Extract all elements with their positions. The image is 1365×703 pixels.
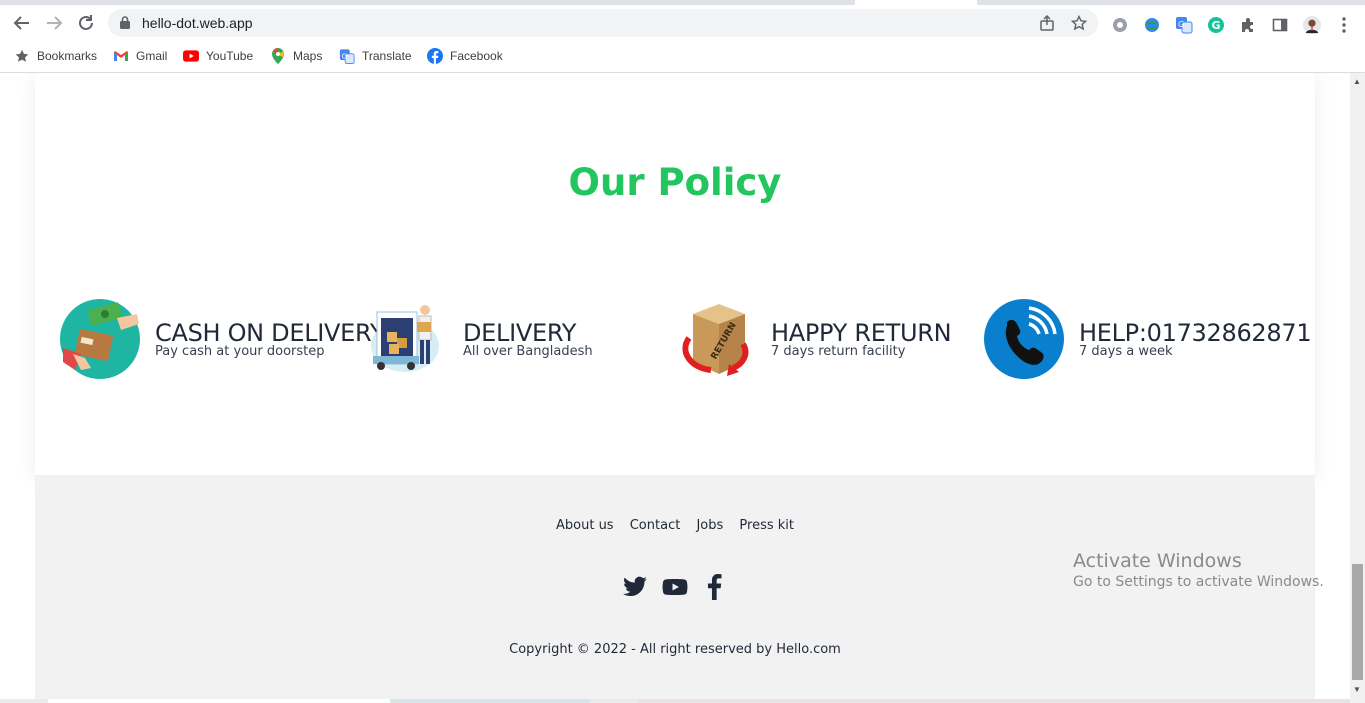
arrow-right-icon bbox=[47, 16, 63, 30]
back-button[interactable] bbox=[10, 11, 34, 35]
taskbar-segment bbox=[48, 699, 390, 703]
youtube-icon[interactable] bbox=[662, 574, 688, 600]
bookmarks-bar: Bookmarks Gmail YouTube Maps G Translate… bbox=[0, 41, 1365, 73]
bookmark-label: Bookmarks bbox=[37, 49, 98, 63]
taskbar-segment bbox=[390, 699, 590, 703]
extension-globe-icon[interactable] bbox=[1143, 16, 1161, 34]
bookmark-label: Gmail bbox=[136, 49, 168, 63]
side-panel-icon[interactable] bbox=[1271, 16, 1289, 34]
svg-text:G: G bbox=[342, 51, 348, 60]
url-text[interactable]: hello-dot.web.app bbox=[142, 15, 253, 31]
footer-link-jobs[interactable]: Jobs bbox=[696, 518, 723, 533]
scrollbar-thumb[interactable] bbox=[1352, 564, 1363, 680]
bookmark-bookmarks[interactable]: Bookmarks bbox=[14, 48, 97, 64]
extensions-puzzle-icon[interactable] bbox=[1239, 16, 1257, 34]
footer-link-about[interactable]: About us bbox=[556, 518, 614, 533]
maps-icon bbox=[270, 48, 286, 64]
svg-text:G: G bbox=[1212, 19, 1221, 32]
footer-nav: About us Contact Jobs Press kit bbox=[35, 518, 1315, 533]
bookmark-maps[interactable]: Maps bbox=[270, 48, 322, 64]
bookmark-label: Maps bbox=[293, 49, 323, 63]
page-scrollbar[interactable]: ▲ ▼ bbox=[1350, 73, 1365, 703]
browser-menu-icon[interactable] bbox=[1335, 16, 1353, 34]
facebook-icon[interactable] bbox=[702, 574, 728, 600]
windows-activation-watermark: Activate Windows Go to Settings to activ… bbox=[1073, 550, 1324, 590]
watermark-line-1: Activate Windows bbox=[1073, 550, 1242, 572]
policy-item-subtitle: 7 days return facility bbox=[771, 344, 906, 359]
policy-item-subtitle: Pay cash at your doorstep bbox=[155, 344, 325, 359]
policy-item-title: HAPPY RETURN bbox=[771, 319, 952, 347]
star-icon bbox=[14, 48, 30, 64]
policy-title: Our Policy bbox=[568, 161, 782, 204]
reload-button[interactable] bbox=[74, 11, 98, 35]
svg-text:G: G bbox=[1178, 20, 1184, 29]
reload-icon bbox=[79, 15, 93, 30]
bookmark-facebook[interactable]: Facebook bbox=[427, 48, 503, 64]
youtube-icon bbox=[183, 48, 199, 64]
arrow-left-icon bbox=[13, 16, 29, 30]
share-icon[interactable] bbox=[1039, 15, 1055, 31]
lock-icon bbox=[120, 16, 130, 29]
scroll-up-arrow-icon[interactable]: ▲ bbox=[1353, 77, 1361, 86]
scroll-down-arrow-icon[interactable]: ▼ bbox=[1353, 685, 1361, 694]
bookmark-star-icon[interactable] bbox=[1071, 15, 1087, 31]
grammarly-icon[interactable]: G bbox=[1207, 16, 1225, 34]
phone-icon bbox=[984, 299, 1064, 379]
policy-item-subtitle: All over Bangladesh bbox=[463, 344, 593, 359]
bookmark-translate[interactable]: G Translate bbox=[339, 48, 412, 64]
policy-item-title: DELIVERY bbox=[463, 319, 577, 347]
policy-item-title: HELP:01732862871 bbox=[1079, 319, 1312, 347]
taskbar-edge bbox=[0, 699, 1350, 703]
google-translate-ext-icon[interactable]: G bbox=[1175, 16, 1193, 34]
return-box-icon: RETURN bbox=[682, 304, 749, 376]
watermark-line-2: Go to Settings to activate Windows. bbox=[1073, 574, 1324, 590]
bookmark-gmail[interactable]: Gmail bbox=[113, 48, 167, 64]
footer-link-press-kit[interactable]: Press kit bbox=[739, 518, 794, 533]
policy-item-subtitle: 7 days a week bbox=[1079, 344, 1173, 359]
policy-section: Our Policy CASH ON DELIVERY Pay cash at … bbox=[35, 73, 1315, 475]
facebook-icon bbox=[427, 48, 443, 64]
twitter-icon[interactable] bbox=[622, 574, 648, 600]
translate-icon: G bbox=[339, 48, 355, 64]
browser-toolbar: hello-dot.web.app G G bbox=[0, 5, 1365, 41]
copyright-text: Copyright © 2022 - All right reserved by… bbox=[509, 642, 841, 657]
gmail-icon bbox=[113, 48, 129, 64]
page-viewport: Our Policy CASH ON DELIVERY Pay cash at … bbox=[0, 73, 1350, 703]
profile-avatar[interactable] bbox=[1303, 16, 1321, 34]
taskbar-segment bbox=[638, 699, 1350, 703]
cash-on-delivery-icon bbox=[60, 299, 140, 379]
footer-link-contact[interactable]: Contact bbox=[630, 518, 681, 533]
forward-button[interactable] bbox=[42, 11, 66, 35]
bookmark-label: Translate bbox=[362, 49, 412, 63]
bookmark-label: Facebook bbox=[450, 49, 503, 63]
bookmark-label: YouTube bbox=[206, 49, 254, 63]
bookmark-youtube[interactable]: YouTube bbox=[183, 48, 253, 64]
extension-1-icon[interactable] bbox=[1111, 16, 1129, 34]
policy-item-title: CASH ON DELIVERY bbox=[155, 319, 385, 347]
delivery-truck-icon bbox=[371, 305, 439, 372]
address-bar[interactable]: hello-dot.web.app bbox=[108, 9, 1098, 37]
